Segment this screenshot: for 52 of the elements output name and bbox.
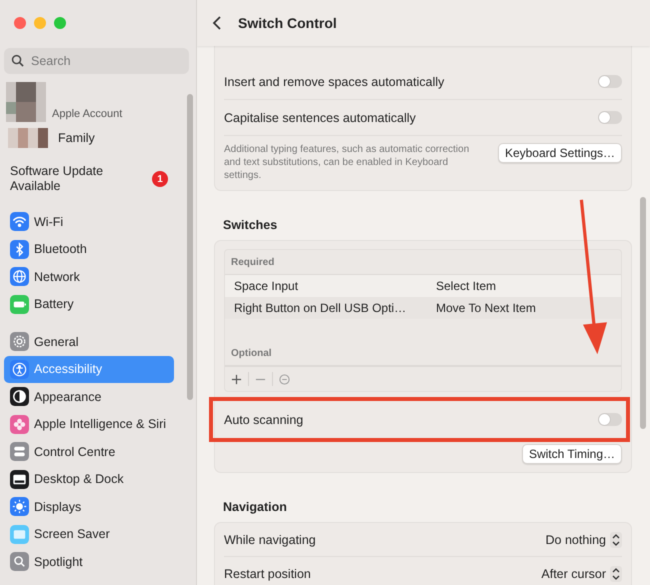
table-row[interactable]: Space Input Select Item bbox=[225, 275, 621, 297]
sidebar-item[interactable]: Wi-Fi bbox=[4, 208, 174, 236]
account-item[interactable]: Apple Account bbox=[6, 82, 196, 122]
setting-label: While navigating bbox=[224, 532, 316, 546]
sidebar-item[interactable]: Spotlight bbox=[4, 548, 174, 576]
toggle-switch[interactable] bbox=[598, 413, 622, 426]
setting-label: Auto scanning bbox=[224, 412, 304, 426]
scrollbar[interactable] bbox=[640, 197, 646, 429]
setting-label: Insert and remove spaces automatically bbox=[224, 74, 444, 88]
switch-action: Move To Next Item bbox=[436, 301, 537, 315]
close-button[interactable] bbox=[14, 17, 26, 29]
scrollbar[interactable] bbox=[187, 94, 193, 400]
toggle-switch[interactable] bbox=[598, 111, 622, 124]
section-heading: Navigation bbox=[223, 500, 288, 514]
zoom-button[interactable] bbox=[54, 17, 66, 29]
minimize-button[interactable] bbox=[34, 17, 46, 29]
sidebar-item[interactable]: Battery bbox=[4, 290, 174, 318]
avatar-icon bbox=[6, 82, 46, 122]
sidebar-item[interactable]: Control Centre bbox=[4, 438, 174, 466]
family-avatar-icon bbox=[5, 128, 51, 148]
more-icon[interactable] bbox=[279, 374, 290, 384]
toggle-switch[interactable] bbox=[598, 75, 622, 88]
search-icon bbox=[11, 54, 24, 67]
setting-label: Capitalise sentences automatically bbox=[224, 110, 416, 124]
sidebar-item[interactable]: Displays bbox=[4, 493, 174, 520]
sidebar-item[interactable]: Appearance bbox=[4, 383, 174, 410]
switch-name: Space Input bbox=[234, 279, 300, 293]
popup-menu[interactable]: After cursor bbox=[541, 566, 622, 582]
software-update-item[interactable]: Software Update Available 1 bbox=[10, 164, 196, 194]
notification-badge: 1 bbox=[152, 171, 168, 187]
switch-name: Right Button on Dell USB Opti… bbox=[234, 301, 408, 315]
sidebar-item[interactable]: Desktop & Dock bbox=[4, 466, 174, 493]
section-heading: Switches bbox=[223, 218, 278, 232]
sidebar-item[interactable]: Bluetooth bbox=[4, 236, 174, 263]
add-icon[interactable] bbox=[231, 374, 242, 384]
table-row[interactable]: Right Button on Dell USB Opti… Move To Next Item bbox=[225, 297, 621, 319]
keyboard-settings-button[interactable]: Keyboard Settings… bbox=[498, 143, 622, 163]
stepper-icon[interactable] bbox=[610, 532, 622, 548]
window-title: Switch Control bbox=[238, 15, 337, 31]
sidebar-item[interactable]: Apple Intelligence & Siri bbox=[4, 410, 174, 438]
stepper-icon[interactable] bbox=[610, 566, 622, 582]
help-text: Additional typing features, such as automatic correction and text substitutions, can be enabled in Keyboard settings. bbox=[224, 143, 470, 182]
sidebar-item[interactable]: General bbox=[4, 328, 174, 356]
popup-menu[interactable]: Do nothing bbox=[546, 532, 622, 548]
switch-timing-button[interactable]: Switch Timing… bbox=[522, 444, 622, 464]
setting-label: Restart position bbox=[224, 566, 311, 580]
search-field[interactable]: Search bbox=[4, 48, 189, 74]
sidebar-item[interactable]: Screen Saver bbox=[4, 520, 174, 548]
back-icon[interactable] bbox=[212, 15, 222, 31]
sidebar-item[interactable]: Network bbox=[4, 263, 174, 290]
family-item[interactable]: Family bbox=[5, 128, 196, 148]
switch-action: Select Item bbox=[436, 279, 498, 293]
